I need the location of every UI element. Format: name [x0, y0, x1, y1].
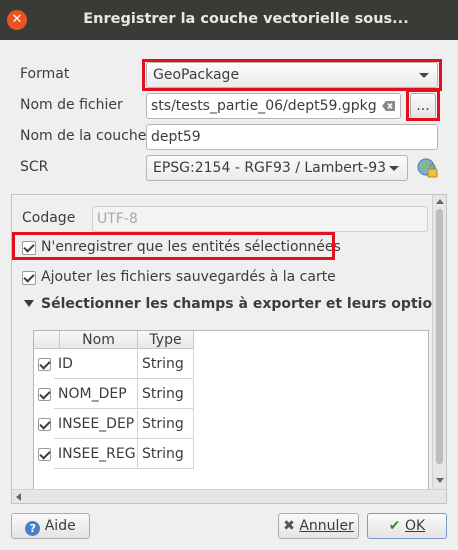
table-row[interactable]: NOM_DEP String	[34, 379, 194, 409]
checkmark-icon: ✔	[388, 518, 401, 534]
clear-field-icon[interactable]	[378, 97, 398, 115]
scr-value: EPSG:2154 - RGF93 / Lambert-93	[153, 160, 387, 176]
add-to-map-checkbox[interactable]	[22, 271, 36, 285]
title-bar: ✕ Enregistrer la couche vectorielle sous…	[0, 0, 458, 40]
layername-input[interactable]: dept59	[146, 124, 438, 150]
help-icon: ?	[25, 521, 41, 536]
field-name: NOM_DEP	[54, 379, 138, 409]
table-row[interactable]: INSEE_REG String	[34, 439, 194, 469]
field-type: String	[138, 349, 194, 379]
vertical-scroll-thumb[interactable]	[436, 209, 443, 464]
codage-select: UTF-8	[92, 206, 428, 232]
chevron-down-icon	[389, 166, 399, 171]
add-to-map-label[interactable]: Ajouter les fichiers sauvegardés à la ca…	[41, 269, 336, 285]
row-checkbox[interactable]	[38, 418, 51, 431]
field-type: String	[138, 379, 194, 409]
scroll-up-icon[interactable]	[436, 199, 444, 204]
crs-selector-button[interactable]	[414, 155, 440, 181]
window-title: Enregistrer la couche vectorielle sous..…	[83, 11, 409, 27]
fields-section-header[interactable]: Sélectionner les champs à exporter et le…	[41, 296, 446, 312]
field-name: ID	[54, 349, 138, 379]
column-header-nom[interactable]: Nom	[60, 331, 138, 349]
table-row[interactable]: ID String	[34, 349, 194, 379]
row-checkbox[interactable]	[38, 448, 51, 461]
filename-label: Nom de fichier	[20, 97, 123, 113]
scroll-left-icon[interactable]	[16, 493, 21, 501]
scr-label: SCR	[20, 159, 49, 175]
help-label: Aide	[44, 518, 76, 534]
browse-highlight	[406, 89, 440, 121]
scr-select[interactable]: EPSG:2154 - RGF93 / Lambert-93	[146, 155, 408, 181]
scroll-down-icon[interactable]	[436, 478, 444, 483]
field-name: INSEE_REG	[54, 439, 138, 469]
cancel-button[interactable]: ✖ Annuler	[278, 513, 359, 539]
codage-value: UTF-8	[97, 211, 138, 227]
row-checkbox[interactable]	[38, 358, 51, 371]
vertical-scrollbar[interactable]	[432, 195, 446, 503]
layername-label: Nom de la couche	[20, 128, 147, 144]
format-label: Format	[20, 66, 70, 82]
save-selected-highlight	[12, 232, 335, 260]
field-type: String	[138, 409, 194, 439]
layername-value: dept59	[151, 129, 201, 145]
help-button[interactable]: ? Aide	[11, 513, 90, 539]
cancel-icon: ✖	[283, 518, 295, 534]
table-corner	[34, 331, 60, 349]
field-name: INSEE_DEP	[54, 409, 138, 439]
horizontal-scrollbar[interactable]	[12, 489, 446, 503]
filename-value: sts/tests_partie_06/dept59.gpkg	[151, 98, 377, 114]
ok-label: OK	[404, 518, 426, 534]
filename-input[interactable]: sts/tests_partie_06/dept59.gpkg	[146, 93, 401, 119]
fields-table[interactable]: Nom Type ID String NOM_DEP String INSEE_…	[33, 330, 429, 502]
format-highlight	[142, 59, 442, 91]
cancel-label: Annuler	[299, 518, 354, 534]
column-header-type[interactable]: Type	[138, 331, 194, 349]
field-type: String	[138, 439, 194, 469]
table-row[interactable]: INSEE_DEP String	[34, 409, 194, 439]
row-checkbox[interactable]	[38, 388, 51, 401]
codage-label: Codage	[22, 210, 76, 226]
close-icon[interactable]: ✕	[7, 10, 27, 30]
globe-icon	[417, 158, 438, 178]
ok-button[interactable]: ✔ OK	[367, 513, 447, 539]
collapse-arrow-icon[interactable]	[24, 300, 34, 307]
